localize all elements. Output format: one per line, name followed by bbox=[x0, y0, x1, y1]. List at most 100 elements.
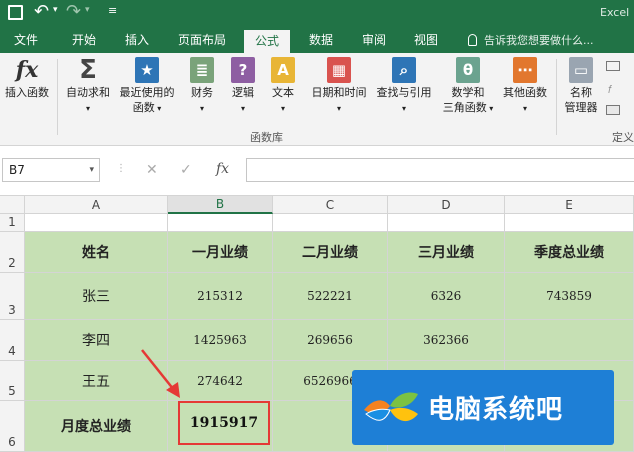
cell-b3[interactable]: 215312 bbox=[168, 273, 273, 320]
lookup-button[interactable]: ⌕ 查找与引用 ▾ bbox=[372, 57, 436, 116]
customize-qat-icon[interactable]: ≡ bbox=[108, 4, 117, 17]
math-label-2: 三角函数 bbox=[442, 101, 487, 114]
header-cell-mar[interactable]: 三月业绩 bbox=[388, 232, 505, 273]
recent-label-2: 函数 bbox=[132, 101, 155, 114]
name-box[interactable]: B7 ▾ bbox=[2, 158, 100, 182]
cancel-icon[interactable]: ✕ bbox=[146, 162, 158, 178]
cell-b1[interactable] bbox=[168, 214, 273, 232]
column-header-e[interactable]: E bbox=[505, 196, 634, 214]
cell-e4[interactable] bbox=[505, 320, 634, 361]
total-highlight-box: 1915917 bbox=[178, 401, 270, 445]
windows-logo-icon bbox=[364, 392, 418, 421]
datetime-label: 日期和时间 bbox=[311, 86, 367, 99]
math-label-1: 数学和 bbox=[451, 86, 485, 99]
header-cell-name[interactable]: 姓名 bbox=[25, 232, 168, 273]
column-header-a[interactable]: A bbox=[25, 196, 168, 214]
cell-d3[interactable]: 6326 bbox=[388, 273, 505, 320]
text-button[interactable]: A 文本 ▾ bbox=[266, 57, 300, 116]
name-manager-button[interactable]: ▭ 名称 管理器 bbox=[560, 57, 602, 115]
formula-bar-handle[interactable]: ⋮ bbox=[116, 163, 126, 174]
tab-page-layout[interactable]: 页面布局 bbox=[170, 28, 234, 53]
insert-function-button[interactable]: fx 插入函数 bbox=[2, 57, 52, 100]
logical-button[interactable]: ? 逻辑 ▾ bbox=[226, 57, 260, 116]
tab-review[interactable]: 审阅 bbox=[354, 28, 394, 53]
cell-a1[interactable] bbox=[25, 214, 168, 232]
ribbon-divider bbox=[57, 59, 58, 135]
undo-icon[interactable]: ↶ bbox=[34, 1, 49, 22]
datetime-button[interactable]: ▦ 日期和时间 ▾ bbox=[306, 57, 372, 116]
watermark-banner: 电脑系统吧 bbox=[352, 370, 614, 445]
tab-view[interactable]: 视图 bbox=[406, 28, 446, 53]
fx-icon: fx bbox=[15, 57, 39, 83]
more-functions-button[interactable]: ⋯ 其他函数 ▾ bbox=[500, 57, 550, 116]
text-label: 文本 bbox=[272, 86, 294, 99]
select-all-corner[interactable] bbox=[0, 196, 25, 214]
cell-d4[interactable]: 362366 bbox=[388, 320, 505, 361]
recently-used-button[interactable]: ★ 最近使用的 函数 ▾ bbox=[116, 57, 178, 116]
create-from-selection-icon[interactable] bbox=[606, 105, 620, 115]
row-header-4[interactable]: 4 bbox=[0, 320, 25, 361]
january-total-value: 1915917 bbox=[189, 415, 259, 431]
tab-file[interactable]: 文件 bbox=[6, 28, 46, 53]
text-a-icon: A bbox=[271, 57, 295, 83]
row-header-1[interactable]: 1 bbox=[0, 214, 25, 232]
row-header-3[interactable]: 3 bbox=[0, 273, 25, 320]
excel-window: ↶ ▾ ↷ ▾ ≡ Excel 文件 开始 插入 页面布局 公式 数据 审阅 视… bbox=[0, 0, 634, 452]
header-cell-jan[interactable]: 一月业绩 bbox=[168, 232, 273, 273]
cell-c1[interactable] bbox=[273, 214, 388, 232]
cell-a3[interactable]: 张三 bbox=[25, 273, 168, 320]
cell-d1[interactable] bbox=[388, 214, 505, 232]
autosum-button[interactable]: Σ 自动求和 ▾ bbox=[62, 57, 114, 116]
math-trig-button[interactable]: θ 数学和 三角函数 ▾ bbox=[438, 57, 498, 116]
name-box-value: B7 bbox=[9, 163, 25, 177]
name-manager-label-1: 名称 bbox=[570, 86, 592, 99]
tab-home[interactable]: 开始 bbox=[62, 28, 106, 53]
save-icon[interactable] bbox=[8, 5, 23, 20]
name-manager-label-2: 管理器 bbox=[564, 101, 598, 114]
insert-function-fx-icon[interactable]: fx bbox=[216, 161, 229, 177]
title-bar: ↶ ▾ ↷ ▾ ≡ Excel bbox=[0, 0, 634, 28]
calendar-icon: ▦ bbox=[327, 57, 351, 83]
column-header-d[interactable]: D bbox=[388, 196, 505, 214]
row-header-2[interactable]: 2 bbox=[0, 232, 25, 273]
tell-me-search[interactable]: 告诉我您想要做什么... bbox=[484, 28, 594, 53]
column-header-b[interactable]: B bbox=[168, 196, 273, 214]
cell-e1[interactable] bbox=[505, 214, 634, 232]
cell-a6[interactable]: 月度总业绩 bbox=[25, 401, 168, 452]
recent-label-1: 最近使用的 bbox=[119, 86, 175, 99]
defined-names-group-label: 定义 bbox=[612, 131, 634, 144]
more-functions-icon: ⋯ bbox=[513, 57, 537, 83]
cell-e3[interactable]: 743859 bbox=[505, 273, 634, 320]
tab-insert[interactable]: 插入 bbox=[118, 28, 156, 53]
cell-c3[interactable]: 522221 bbox=[273, 273, 388, 320]
redo-dropdown-icon[interactable]: ▾ bbox=[85, 5, 90, 15]
formula-input[interactable] bbox=[246, 158, 634, 182]
financial-button[interactable]: ≣ 财务 ▾ bbox=[184, 57, 220, 116]
annotation-arrow bbox=[141, 349, 180, 398]
undo-dropdown-icon[interactable]: ▾ bbox=[53, 5, 58, 15]
sigma-icon: Σ bbox=[79, 55, 97, 85]
header-cell-quarter[interactable]: 季度总业绩 bbox=[505, 232, 634, 273]
column-header-c[interactable]: C bbox=[273, 196, 388, 214]
enter-icon[interactable]: ✓ bbox=[180, 162, 192, 178]
tab-formulas[interactable]: 公式 bbox=[244, 30, 290, 53]
tab-data[interactable]: 数据 bbox=[302, 28, 340, 53]
magnifier-icon: ⌕ bbox=[392, 57, 416, 83]
lookup-label: 查找与引用 bbox=[376, 86, 432, 99]
row-header-6[interactable]: 6 bbox=[0, 401, 25, 452]
watermark-text: 电脑系统吧 bbox=[428, 395, 564, 425]
define-name-icon[interactable] bbox=[606, 61, 620, 71]
name-box-dropdown-icon[interactable]: ▾ bbox=[89, 159, 94, 181]
theta-icon: θ bbox=[456, 57, 480, 83]
ribbon-divider bbox=[556, 59, 557, 135]
header-cell-feb[interactable]: 二月业绩 bbox=[273, 232, 388, 273]
star-icon: ★ bbox=[135, 57, 159, 83]
lightbulb-icon bbox=[468, 34, 477, 46]
cell-c4[interactable]: 269656 bbox=[273, 320, 388, 361]
redo-icon[interactable]: ↷ bbox=[66, 1, 81, 22]
logical-label: 逻辑 bbox=[232, 86, 254, 99]
worksheet-grid[interactable]: A B C D E 1 2 3 4 5 6 姓名 一月业绩 二月业绩 三月业绩 … bbox=[0, 196, 634, 452]
formula-bar: B7 ▾ ⋮ ✕ ✓ fx bbox=[0, 146, 634, 196]
row-header-5[interactable]: 5 bbox=[0, 361, 25, 401]
use-in-formula-icon[interactable]: 𝑓 bbox=[608, 83, 611, 97]
